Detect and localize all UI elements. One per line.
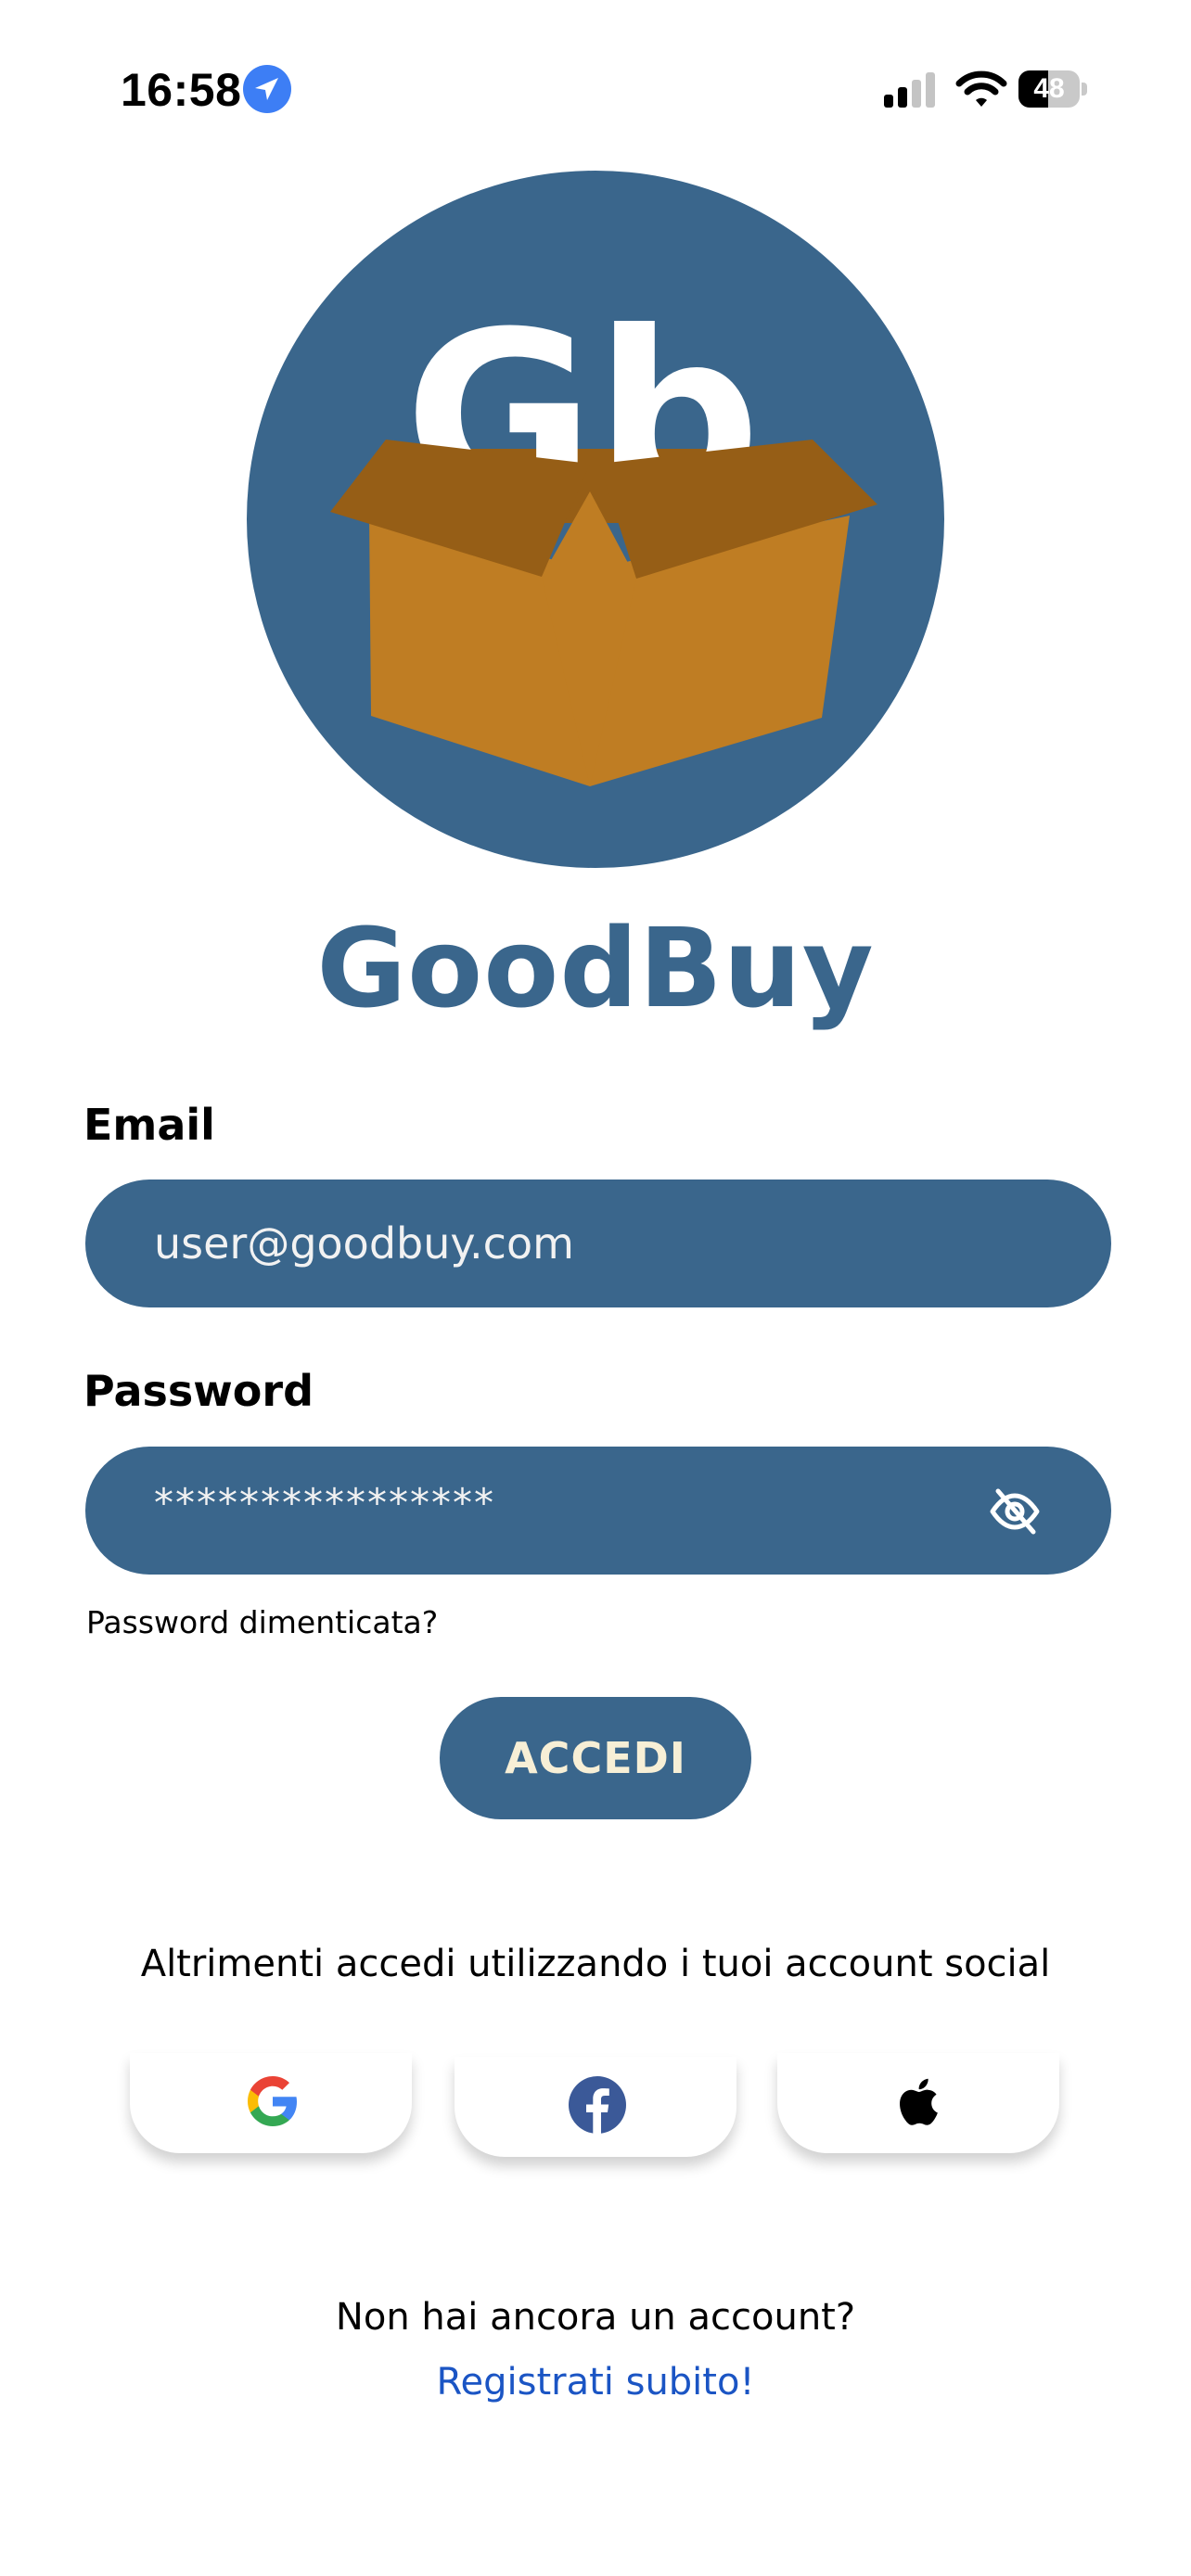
password-field[interactable]: **************** [85,1447,1111,1575]
cellular-signal-icon [884,72,935,108]
google-icon [248,2076,297,2126]
email-label: Email [83,1100,215,1150]
app-logo: Gb [247,171,944,868]
password-value: **************** [154,1480,495,1525]
register-link[interactable]: Registrati subito! [0,2361,1191,2404]
status-bar: 16:58 48 [0,0,1191,176]
apple-login-button[interactable] [777,2053,1059,2153]
facebook-login-button[interactable] [455,2057,736,2157]
password-label: Password [83,1366,314,1416]
login-button[interactable]: ACCEDI [440,1697,751,1819]
forgot-password-link[interactable]: Password dimenticata? [86,1604,438,1640]
battery-percent: 48 [1033,73,1065,104]
social-login-caption: Altrimenti accedi utilizzando i tuoi acc… [140,1943,1051,1985]
battery-icon: 48 [1018,70,1087,108]
facebook-icon [569,2076,626,2134]
email-value: user@goodbuy.com [154,1218,574,1269]
status-time: 16:58 [121,64,242,116]
wifi-icon [955,70,1007,107]
google-login-button[interactable] [130,2053,412,2153]
eye-off-icon[interactable] [987,1484,1043,1539]
location-arrow-icon [243,65,291,113]
app-name: GoodBuy [316,904,875,1032]
apple-icon [900,2078,938,2125]
no-account-text: Non hai ancora un account? [335,2296,856,2339]
email-field[interactable]: user@goodbuy.com [85,1180,1111,1307]
